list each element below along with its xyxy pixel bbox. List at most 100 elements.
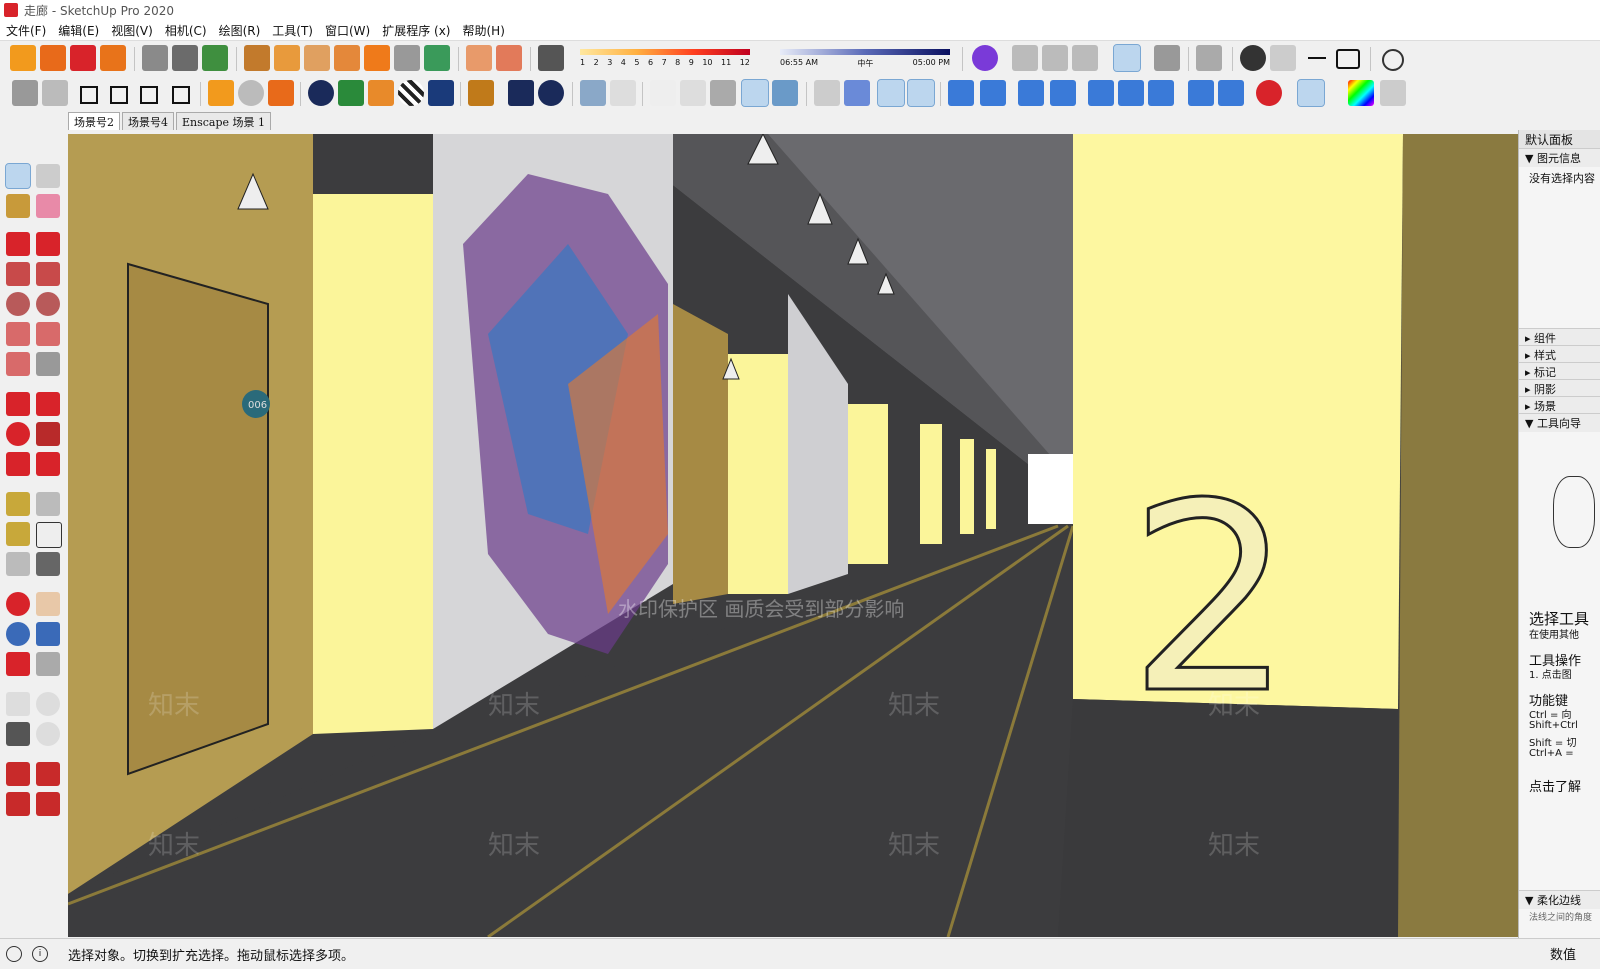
iso-view-icon[interactable]	[580, 80, 606, 106]
tape-measure-icon[interactable]	[6, 492, 30, 516]
house-outline-icon[interactable]	[134, 80, 160, 106]
make-component-icon[interactable]	[36, 164, 60, 188]
zoom-extents-icon[interactable]	[6, 652, 30, 676]
nodes-icon[interactable]	[1118, 80, 1144, 106]
settings-gear-icon[interactable]	[468, 80, 494, 106]
geolocation-icon[interactable]	[6, 946, 22, 962]
ruler-icon[interactable]	[364, 45, 390, 71]
cloud-upload-icon[interactable]	[428, 80, 454, 106]
check-circle-icon[interactable]	[1148, 80, 1174, 106]
protractor-icon[interactable]	[6, 522, 30, 546]
orbit-tool-icon[interactable]	[6, 592, 30, 616]
stairs-icon[interactable]	[334, 45, 360, 71]
walk-footsteps-icon[interactable]	[6, 722, 30, 746]
plugin-pin-icon[interactable]	[70, 45, 96, 71]
cone-icon[interactable]	[1270, 45, 1296, 71]
menu-draw[interactable]: 绘图(R)	[213, 22, 267, 39]
xray-icon[interactable]	[650, 80, 676, 106]
arc-3pt-icon[interactable]	[6, 352, 30, 376]
section-fill-icon[interactable]	[907, 79, 935, 107]
video-icon[interactable]	[268, 80, 294, 106]
zoom-tool-icon[interactable]	[6, 622, 30, 646]
rectangle-icon[interactable]	[1336, 49, 1360, 69]
select-cursor-icon[interactable]	[1380, 80, 1406, 106]
section-plane-icon[interactable]	[844, 80, 870, 106]
section-target-icon[interactable]	[36, 722, 60, 746]
tree-icon[interactable]	[338, 80, 364, 106]
sun-icon[interactable]	[368, 80, 394, 106]
dot-icon[interactable]	[1240, 45, 1266, 71]
resize-icon[interactable]	[1088, 80, 1114, 106]
polygon-tool-icon[interactable]	[36, 292, 60, 316]
menu-camera[interactable]: 相机(C)	[159, 22, 213, 39]
shaded-icon[interactable]	[741, 79, 769, 107]
color-palette-icon[interactable]	[1348, 80, 1374, 106]
plugin-p-icon[interactable]	[972, 45, 998, 71]
scale-tool-icon[interactable]	[6, 452, 30, 476]
pie-tool-icon[interactable]	[36, 352, 60, 376]
learn-more-link[interactable]: 点击了解	[1529, 776, 1581, 795]
download-circle-icon[interactable]	[1188, 80, 1214, 106]
freehand-icon[interactable]	[36, 232, 60, 256]
info-icon[interactable]	[538, 80, 564, 106]
house-3d-icon[interactable]	[12, 80, 38, 106]
section-soften-edges[interactable]: ▼ 柔化边线	[1519, 890, 1600, 909]
warehouse-icon[interactable]	[6, 762, 30, 786]
text-tool-icon[interactable]	[36, 522, 62, 548]
info-status-icon[interactable]: i	[32, 946, 48, 962]
refresh-icon[interactable]	[238, 80, 264, 106]
menu-window[interactable]: 窗口(W)	[319, 22, 376, 39]
box-frame-icon[interactable]	[274, 45, 300, 71]
entity-info-header[interactable]: ▼ 图元信息	[1519, 148, 1600, 167]
dimension-icon[interactable]	[172, 45, 198, 71]
line-icon[interactable]	[1304, 45, 1330, 71]
book-icon[interactable]	[42, 80, 68, 106]
section-alt-icon[interactable]	[496, 45, 522, 71]
menu-view[interactable]: 视图(V)	[105, 22, 159, 39]
arc-2pt-icon[interactable]	[36, 322, 60, 346]
push-pull-icon[interactable]	[36, 392, 60, 416]
pencil-icon[interactable]	[6, 232, 30, 256]
store-icon[interactable]	[104, 80, 130, 106]
look-around-icon[interactable]	[1113, 44, 1141, 72]
zoom-search-icon[interactable]	[1297, 79, 1325, 107]
rotated-rectangle-icon[interactable]	[36, 262, 60, 286]
hidden-line-icon[interactable]	[710, 80, 736, 106]
top-view-icon[interactable]	[610, 80, 636, 106]
menu-edit[interactable]: 编辑(E)	[52, 22, 105, 39]
extension-warehouse-icon[interactable]	[36, 762, 60, 786]
home-icon[interactable]	[74, 80, 100, 106]
wireframe-icon[interactable]	[680, 80, 706, 106]
cloud-check-icon[interactable]	[1018, 80, 1044, 106]
model-viewport[interactable]: 006 2 水印保护区 画质会受到部分影响 知末 知末 知末 知末 知末 知末 …	[68, 134, 1518, 937]
offset-tool-icon[interactable]	[36, 452, 60, 476]
axes-icon[interactable]	[814, 80, 840, 106]
scene-tab-3[interactable]: Enscape 场景 1	[176, 112, 272, 130]
camera-icon[interactable]	[1072, 45, 1098, 71]
orbit-view-icon[interactable]	[1012, 45, 1038, 71]
scene-tab-2[interactable]: 场景号4	[122, 112, 174, 130]
previous-view-icon[interactable]	[36, 652, 60, 676]
plugin-swirl-icon[interactable]	[1256, 80, 1282, 106]
arc-tool-icon[interactable]	[6, 322, 30, 346]
section-icon[interactable]	[466, 45, 492, 71]
section-instructor[interactable]: ▼ 工具向导	[1519, 413, 1600, 432]
flower-icon[interactable]	[1154, 45, 1180, 71]
pan-hand-icon[interactable]	[36, 592, 60, 616]
pan-view-icon[interactable]	[1042, 45, 1068, 71]
checker-icon[interactable]	[398, 80, 424, 106]
scene-tab-1[interactable]: 场景号2	[68, 112, 120, 130]
menu-tools[interactable]: 工具(T)	[266, 22, 319, 39]
plugin-gear-icon[interactable]	[100, 45, 126, 71]
mail-icon[interactable]	[508, 80, 534, 106]
cloud-list-icon[interactable]	[1050, 80, 1076, 106]
move-tool-icon[interactable]	[6, 392, 30, 416]
menu-extensions[interactable]: 扩展程序 (x)	[376, 22, 456, 39]
shadow-toggle-icon[interactable]	[538, 45, 564, 71]
building-icon[interactable]	[166, 80, 192, 106]
month-slider[interactable]: 1 2 3 4 5 6 7 8 9 10 11 12	[580, 45, 750, 71]
cloud-link-icon[interactable]	[948, 80, 974, 106]
plugin-curve-icon[interactable]	[424, 45, 450, 71]
rotate-tool-icon[interactable]	[6, 422, 30, 446]
plugin-download-icon[interactable]	[10, 45, 36, 71]
